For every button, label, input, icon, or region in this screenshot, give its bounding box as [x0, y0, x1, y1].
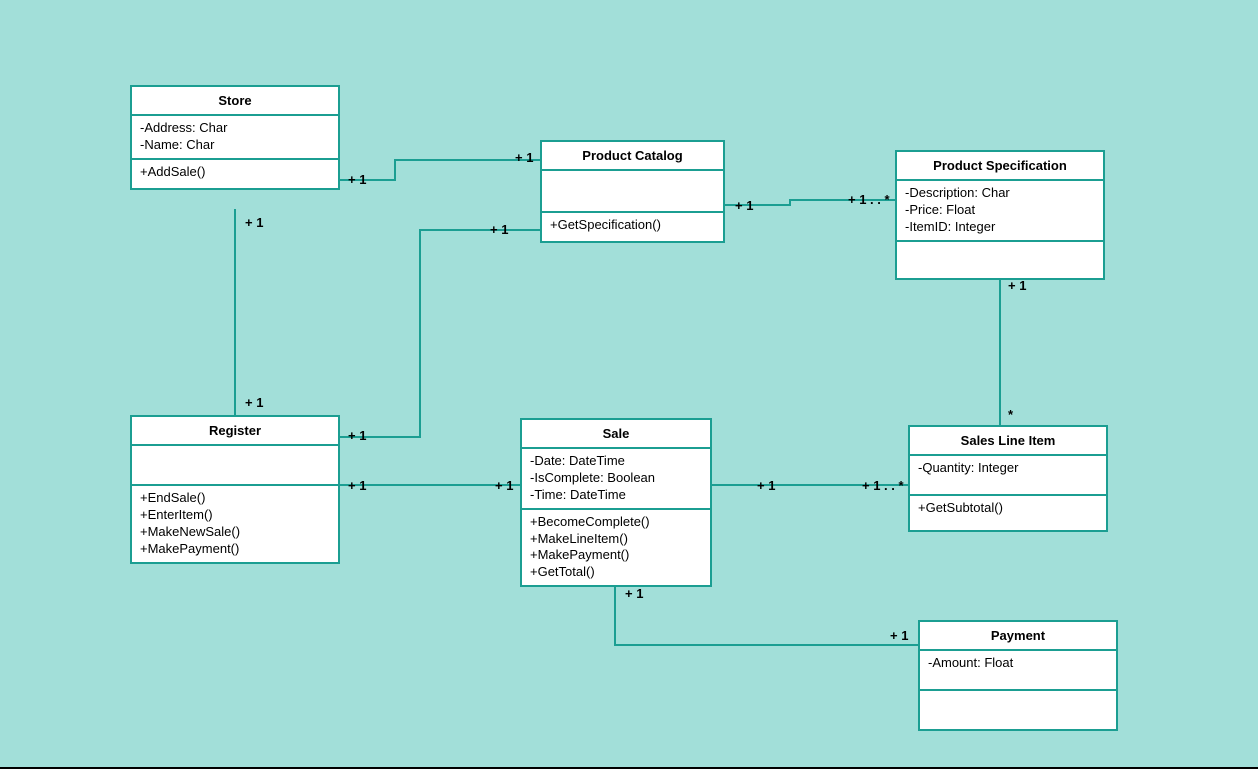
class-attributes: -Description: Char -Price: Float -ItemID…	[897, 181, 1103, 242]
multiplicity-label: + 1 . . *	[848, 192, 890, 207]
operation: +GetTotal()	[530, 564, 702, 581]
operation: +EndSale()	[140, 490, 330, 507]
class-attributes: -Quantity: Integer	[910, 456, 1106, 496]
multiplicity-label: + 1	[348, 172, 366, 187]
multiplicity-label: + 1	[735, 198, 753, 213]
multiplicity-label: + 1	[495, 478, 513, 493]
class-payment[interactable]: Payment -Amount: Float	[918, 620, 1118, 731]
attribute: -Description: Char	[905, 185, 1095, 202]
operation: +MakePayment()	[530, 547, 702, 564]
class-title: Payment	[920, 622, 1116, 651]
multiplicity-label: + 1	[348, 428, 366, 443]
attribute: -Amount: Float	[928, 655, 1108, 672]
attribute: -IsComplete: Boolean	[530, 470, 702, 487]
class-attributes: -Amount: Float	[920, 651, 1116, 691]
operation: +EnterItem()	[140, 507, 330, 524]
operation: +MakeLineItem()	[530, 531, 702, 548]
class-title: Sales Line Item	[910, 427, 1106, 456]
class-operations: +GetSubtotal()	[910, 496, 1106, 530]
uml-canvas: Store -Address: Char -Name: Char +AddSal…	[0, 0, 1258, 769]
multiplicity-label: + 1	[515, 150, 533, 165]
class-sale[interactable]: Sale -Date: DateTime -IsComplete: Boolea…	[520, 418, 712, 587]
class-attributes	[542, 171, 723, 213]
class-attributes: -Date: DateTime -IsComplete: Boolean -Ti…	[522, 449, 710, 510]
operation: +MakeNewSale()	[140, 524, 330, 541]
class-attributes	[132, 446, 338, 486]
attribute: -Price: Float	[905, 202, 1095, 219]
attribute: -Quantity: Integer	[918, 460, 1098, 477]
multiplicity-label: + 1	[625, 586, 643, 601]
attribute: -ItemID: Integer	[905, 219, 1095, 236]
multiplicity-label: + 1	[490, 222, 508, 237]
operation: +MakePayment()	[140, 541, 330, 558]
class-sales-line-item[interactable]: Sales Line Item -Quantity: Integer +GetS…	[908, 425, 1108, 532]
class-store[interactable]: Store -Address: Char -Name: Char +AddSal…	[130, 85, 340, 190]
class-title: Sale	[522, 420, 710, 449]
multiplicity-label: + 1	[1008, 278, 1026, 293]
multiplicity-label: + 1	[348, 478, 366, 493]
multiplicity-label: + 1	[245, 395, 263, 410]
class-title: Product Catalog	[542, 142, 723, 171]
class-operations	[897, 242, 1103, 278]
class-product-catalog[interactable]: Product Catalog +GetSpecification()	[540, 140, 725, 243]
class-operations: +AddSale()	[132, 160, 338, 188]
multiplicity-label: + 1	[757, 478, 775, 493]
operation: +BecomeComplete()	[530, 514, 702, 531]
class-attributes: -Address: Char -Name: Char	[132, 116, 338, 160]
operation: +GetSubtotal()	[918, 500, 1098, 517]
multiplicity-label: + 1	[890, 628, 908, 643]
operation: +AddSale()	[140, 164, 330, 181]
class-operations	[920, 691, 1116, 729]
class-title: Register	[132, 417, 338, 446]
operation: +GetSpecification()	[550, 217, 715, 234]
class-title: Product Specification	[897, 152, 1103, 181]
class-product-specification[interactable]: Product Specification -Description: Char…	[895, 150, 1105, 280]
attribute: -Date: DateTime	[530, 453, 702, 470]
class-operations: +EndSale() +EnterItem() +MakeNewSale() +…	[132, 486, 338, 562]
attribute: -Address: Char	[140, 120, 330, 137]
class-register[interactable]: Register +EndSale() +EnterItem() +MakeNe…	[130, 415, 340, 564]
attribute: -Time: DateTime	[530, 487, 702, 504]
class-title: Store	[132, 87, 338, 116]
class-operations: +BecomeComplete() +MakeLineItem() +MakeP…	[522, 510, 710, 586]
multiplicity-label: + 1	[245, 215, 263, 230]
class-operations: +GetSpecification()	[542, 213, 723, 241]
multiplicity-label: *	[1008, 407, 1013, 422]
attribute: -Name: Char	[140, 137, 330, 154]
multiplicity-label: + 1 . . *	[862, 478, 904, 493]
